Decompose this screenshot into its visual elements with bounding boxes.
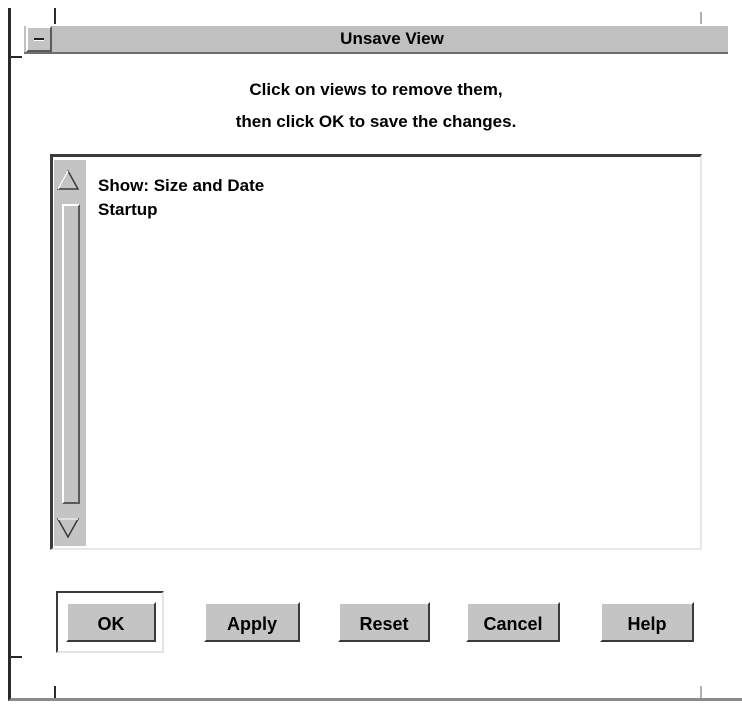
frame-resize-handle-bottom-right[interactable]	[700, 686, 702, 698]
scrollbar-thumb[interactable]	[62, 204, 80, 504]
list-item-startup[interactable]: Startup	[98, 200, 158, 220]
reset-button[interactable]: Reset	[338, 602, 430, 642]
apply-button[interactable]: Apply	[204, 602, 300, 642]
scroll-up-arrow-icon[interactable]	[56, 168, 80, 192]
frame-resize-handle-left-bottom[interactable]	[8, 656, 22, 658]
frame-resize-handle-left-top[interactable]	[8, 56, 22, 58]
instruction-line-1: Click on views to remove them,	[249, 80, 503, 99]
frame-resize-handle-bottom-left[interactable]	[54, 686, 56, 698]
scroll-down-arrow-icon[interactable]	[56, 516, 80, 540]
window-title: Unsave View	[340, 29, 444, 48]
frame-resize-handle-top-right[interactable]	[700, 12, 702, 24]
window-menu-button[interactable]	[26, 26, 52, 52]
list-item-show-size-date[interactable]: Show: Size and Date	[98, 176, 264, 196]
help-button[interactable]: Help	[600, 602, 694, 642]
cancel-button[interactable]: Cancel	[466, 602, 560, 642]
frame-resize-handle-top-left[interactable]	[54, 8, 56, 24]
ok-button[interactable]: OK	[66, 602, 156, 642]
instruction-line-2: then click OK to save the changes.	[235, 112, 517, 131]
window-menu-icon	[34, 38, 44, 41]
